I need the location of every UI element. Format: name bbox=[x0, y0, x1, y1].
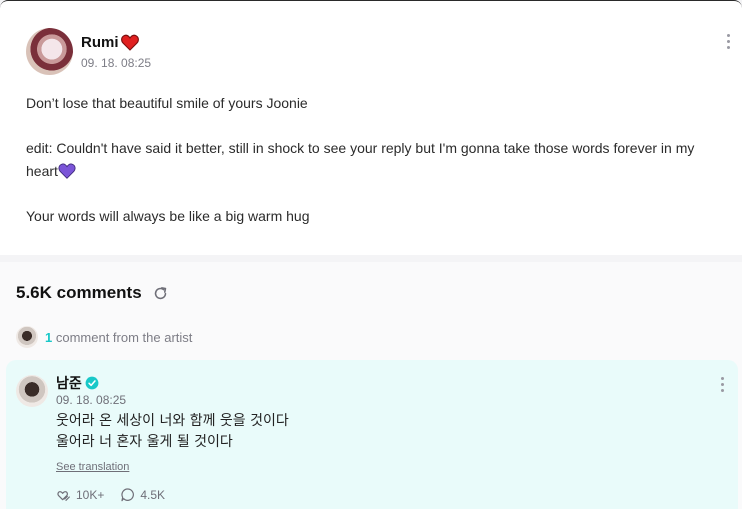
reply-count: 4.5K bbox=[140, 488, 166, 502]
see-translation-link[interactable]: See translation bbox=[56, 461, 129, 473]
like-icon bbox=[57, 491, 70, 501]
comments-header: 5.6K comments bbox=[16, 283, 169, 303]
post-edit-text: edit: Couldn't have said it better, stil… bbox=[26, 140, 695, 179]
comment-author-avatar[interactable] bbox=[16, 375, 48, 407]
artist-comment-count: 1 bbox=[45, 329, 53, 345]
post-author-label: Rumi bbox=[81, 34, 119, 51]
comment-text-line: 웃어라 온 세상이 너와 함께 웃을 것이다 bbox=[56, 413, 289, 429]
comment-text-line: 울어라 너 혼자 울게 될 것이다 bbox=[56, 434, 233, 450]
post-card: Rumi 09. 18. 08:25 Don’t lose that beaut… bbox=[0, 0, 742, 255]
post-text-edit: edit: Couldn't have said it better, stil… bbox=[26, 137, 726, 183]
comment-author-name[interactable]: 남준 bbox=[56, 373, 99, 393]
comments-section: 5.6K comments 1 comment from the artist … bbox=[0, 262, 742, 509]
comment-text: 웃어라 온 세상이 너와 함께 웃을 것이다 울어라 너 혼자 울게 될 것이다 bbox=[56, 411, 289, 453]
like-count: 10K+ bbox=[76, 488, 105, 502]
refresh-icon[interactable] bbox=[152, 285, 169, 302]
post-more-icon[interactable] bbox=[727, 34, 731, 49]
comment-bubble-icon bbox=[121, 488, 135, 502]
post-body: Don’t lose that beautiful smile of yours… bbox=[26, 92, 726, 250]
artist-comment-text: comment from the artist bbox=[55, 329, 193, 345]
artist-avatar bbox=[16, 326, 38, 348]
post-text-line: Don’t lose that beautiful smile of yours… bbox=[26, 95, 308, 111]
heart-icon bbox=[120, 34, 139, 51]
verified-badge-icon bbox=[85, 376, 99, 390]
like-button[interactable]: 10K+ bbox=[56, 487, 104, 503]
post-author-name[interactable]: Rumi bbox=[81, 34, 139, 51]
purple-heart-icon bbox=[58, 163, 76, 179]
comment-author-label: 남준 bbox=[56, 375, 82, 391]
artist-comment-card: 남준 09. 18. 08:25 웃어라 온 세상이 너와 함께 웃을 것이다 … bbox=[6, 360, 738, 509]
comment-timestamp: 09. 18. 08:25 bbox=[56, 393, 127, 407]
reply-button[interactable]: 4.5K bbox=[120, 487, 165, 503]
artist-comment-label: 1 comment from the artist bbox=[45, 330, 192, 345]
comment-stats: 10K+ 4.5K bbox=[56, 487, 165, 503]
post-text-line: Your words will always be like a big war… bbox=[26, 208, 310, 224]
comments-count: 5.6K comments bbox=[16, 283, 142, 302]
post-author-avatar[interactable] bbox=[26, 28, 73, 75]
comment-more-icon[interactable] bbox=[721, 377, 725, 392]
artist-comment-filter[interactable]: 1 comment from the artist bbox=[16, 326, 192, 348]
post-timestamp: 09. 18. 08:25 bbox=[81, 56, 152, 70]
